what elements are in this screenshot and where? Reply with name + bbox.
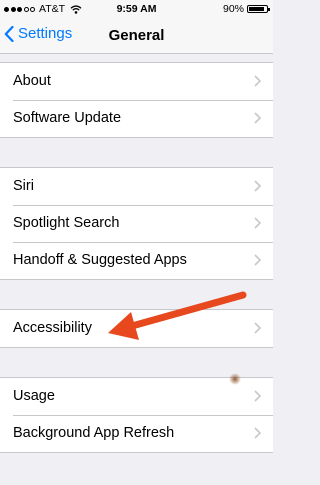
chevron-right-icon (254, 322, 261, 334)
row-about[interactable]: About (0, 63, 273, 100)
chevron-right-icon (254, 217, 261, 229)
chevron-right-icon (254, 75, 261, 87)
settings-group-4: Usage Background App Refresh (0, 377, 273, 453)
battery-icon (247, 5, 270, 13)
settings-group-2: Siri Spotlight Search Handoff & Suggeste… (0, 167, 273, 280)
status-bar: AT&T 9:59 AM 90% (0, 0, 273, 18)
row-usage[interactable]: Usage (0, 378, 273, 415)
row-background-app-refresh[interactable]: Background App Refresh (0, 415, 273, 452)
row-label: Accessibility (13, 320, 92, 336)
settings-group-1: About Software Update (0, 62, 273, 138)
row-handoff[interactable]: Handoff & Suggested Apps (0, 242, 273, 279)
chevron-right-icon (254, 180, 261, 192)
chevron-right-icon (254, 390, 261, 402)
row-siri[interactable]: Siri (0, 168, 273, 205)
row-label: Software Update (13, 110, 122, 126)
navigation-bar: Settings General (0, 18, 273, 54)
row-label: Siri (13, 178, 34, 194)
row-label: Spotlight Search (13, 215, 120, 231)
battery-percent: 90% (222, 3, 244, 15)
status-right: 90% (222, 3, 270, 15)
row-spotlight-search[interactable]: Spotlight Search (0, 205, 273, 242)
chevron-right-icon (254, 427, 261, 439)
row-software-update[interactable]: Software Update (0, 100, 273, 137)
row-label: About (13, 73, 51, 89)
page-title: General (108, 27, 165, 44)
row-label: Background App Refresh (13, 425, 175, 441)
row-accessibility[interactable]: Accessibility (0, 310, 273, 347)
row-label: Handoff & Suggested Apps (13, 252, 187, 268)
settings-group-3: Accessibility (0, 309, 273, 348)
chevron-right-icon (254, 254, 261, 266)
chevron-right-icon (254, 112, 261, 124)
row-label: Usage (13, 388, 55, 404)
